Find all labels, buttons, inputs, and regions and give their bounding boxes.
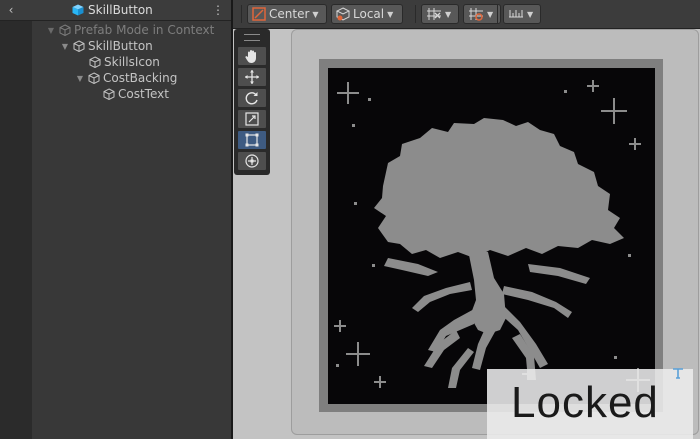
rotate-tool-button[interactable] xyxy=(237,88,267,108)
expand-triangle-icon[interactable]: ▼ xyxy=(60,42,70,51)
pivot-mode-label: Center xyxy=(269,7,310,21)
tree-artwork-icon xyxy=(334,80,650,392)
back-arrow-icon[interactable]: ‹ xyxy=(4,2,18,18)
rect-transform-icon xyxy=(245,133,259,147)
toolbar-separator xyxy=(241,5,242,23)
pivot-rotation-label: Local xyxy=(353,7,385,21)
gameobject-cube-icon xyxy=(89,56,101,68)
scene-view[interactable]: Center ▼ Local ▼ ▼ ▼ ▼ Locked xyxy=(233,0,700,439)
hierarchy-item-label: SkillButton xyxy=(88,39,153,53)
chevron-down-icon: ▼ xyxy=(445,9,452,19)
snap-magnet-icon xyxy=(469,8,483,21)
transform-icon xyxy=(245,154,259,168)
skill-icon-image[interactable] xyxy=(328,68,655,404)
hierarchy-item-label: CostText xyxy=(118,87,169,101)
move-tool-button[interactable] xyxy=(237,67,267,87)
ruler-icon xyxy=(509,10,523,18)
hierarchy-item-prefab-context[interactable]: ▼ Prefab Mode in Context xyxy=(46,22,214,38)
hierarchy-item-label: CostBacking xyxy=(103,71,178,85)
pivot-center-icon xyxy=(252,7,266,21)
gameobject-cube-icon xyxy=(103,88,115,100)
expand-triangle-icon[interactable]: ▼ xyxy=(75,74,85,83)
prefab-title-label: SkillButton xyxy=(88,3,153,17)
kebab-menu-icon[interactable]: ⋮ xyxy=(212,2,224,18)
hierarchy-item-skillbutton[interactable]: ▼ SkillButton xyxy=(60,38,153,54)
grid-snap-button[interactable]: ▼ xyxy=(421,4,459,24)
hierarchy-item-label: SkillsIcon xyxy=(104,55,160,69)
local-rotation-icon xyxy=(336,7,350,21)
ruler-button[interactable]: ▼ xyxy=(503,4,541,24)
prefab-cube-icon xyxy=(72,4,84,16)
hierarchy-item-skillsicon[interactable]: SkillsIcon xyxy=(89,54,160,70)
gameobject-cube-icon xyxy=(59,24,71,36)
gameobject-cube-icon xyxy=(88,72,100,84)
hierarchy-gutter xyxy=(0,20,32,439)
toolbar-separator xyxy=(415,5,416,23)
pivot-mode-dropdown[interactable]: Center ▼ xyxy=(247,4,327,24)
hand-icon xyxy=(245,50,256,63)
chevron-down-icon: ▼ xyxy=(487,9,494,19)
chevron-down-icon: ▼ xyxy=(312,9,319,19)
incremental-snap-button[interactable]: ▼ xyxy=(463,4,501,24)
tool-palette xyxy=(234,29,270,175)
hand-tool-button[interactable] xyxy=(237,46,267,66)
chevron-down-icon: ▼ xyxy=(527,9,534,19)
locked-label: Locked xyxy=(511,378,659,427)
prefab-title: SkillButton xyxy=(72,1,153,19)
hierarchy-panel: ‹ SkillButton ⋮ ▼ Prefab Mode in Context… xyxy=(0,0,231,439)
hierarchy-item-costbacking[interactable]: ▼ CostBacking xyxy=(75,70,177,86)
palette-grip-icon[interactable] xyxy=(244,34,260,41)
scale-tool-button[interactable] xyxy=(237,109,267,129)
transform-tool-button[interactable] xyxy=(237,151,267,171)
gameobject-cube-icon xyxy=(73,40,85,52)
pivot-rotation-dropdown[interactable]: Local ▼ xyxy=(331,4,403,24)
scale-icon xyxy=(245,112,259,126)
text-component-icon[interactable] xyxy=(671,366,685,380)
toolbar-separator xyxy=(497,5,498,23)
hierarchy-header: ‹ SkillButton ⋮ xyxy=(0,0,231,21)
scene-toolbar: Center ▼ Local ▼ ▼ ▼ ▼ xyxy=(233,0,700,29)
hierarchy-item-label: Prefab Mode in Context xyxy=(74,23,215,37)
rect-tool-button[interactable] xyxy=(237,130,267,150)
chevron-down-icon: ▼ xyxy=(387,9,394,19)
expand-triangle-icon[interactable]: ▼ xyxy=(46,26,56,35)
rotate-icon xyxy=(245,92,258,105)
move-arrows-icon xyxy=(245,70,259,84)
grid-snap-icon xyxy=(427,8,441,20)
hierarchy-item-costtext[interactable]: CostText xyxy=(103,86,169,102)
